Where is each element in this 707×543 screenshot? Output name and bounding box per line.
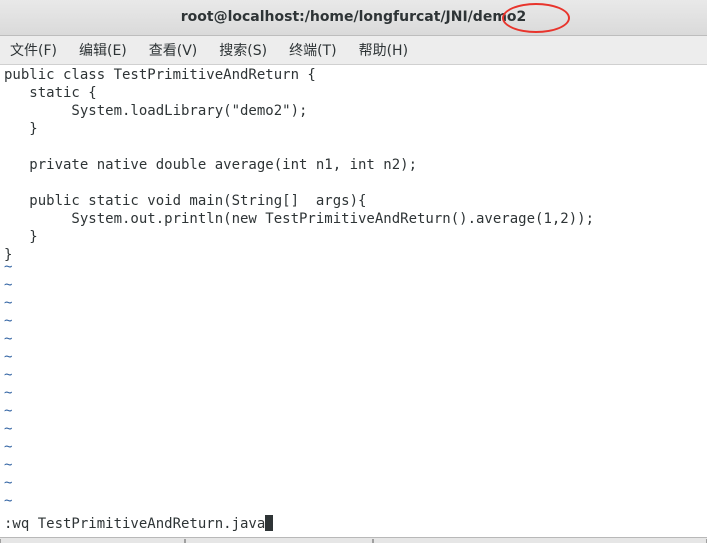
menu-bar: 文件(F) 编辑(E) 查看(V) 搜索(S) 终端(T) 帮助(H) — [0, 36, 707, 65]
empty-line-tilde: ~ — [4, 385, 13, 401]
text-cursor — [265, 515, 274, 531]
bottom-frame — [0, 537, 707, 543]
menu-help[interactable]: 帮助(H) — [353, 37, 414, 63]
empty-line-tilde: ~ — [4, 259, 13, 275]
command-text: :wq TestPrimitiveAndReturn.java — [4, 516, 266, 532]
code-line: public class TestPrimitiveAndReturn { — [4, 67, 316, 83]
empty-line-tilde: ~ — [4, 475, 13, 491]
empty-line-tilde: ~ — [4, 277, 13, 293]
menu-file[interactable]: 文件(F) — [4, 37, 63, 63]
vim-command-line[interactable]: :wq TestPrimitiveAndReturn.java — [4, 515, 274, 533]
menu-terminal[interactable]: 终端(T) — [283, 37, 342, 63]
code-line: System.loadLibrary("demo2"); — [4, 103, 308, 119]
menu-edit[interactable]: 编辑(E) — [73, 37, 133, 63]
empty-line-tilde: ~ — [4, 331, 13, 347]
code-line: System.out.println(new TestPrimitiveAndR… — [4, 211, 595, 227]
frame-segment — [373, 539, 707, 543]
empty-line-tilde: ~ — [4, 421, 13, 437]
code-line: private native double average(int n1, in… — [4, 157, 418, 173]
terminal-editor-area[interactable]: public class TestPrimitiveAndReturn { st… — [0, 65, 707, 534]
empty-line-tilde: ~ — [4, 295, 13, 311]
empty-line-tilde: ~ — [4, 493, 13, 509]
terminal-window: root@localhost:/home/longfurcat/JNI/demo… — [0, 0, 707, 543]
menu-search[interactable]: 搜索(S) — [213, 37, 273, 63]
empty-line-tilde: ~ — [4, 349, 13, 365]
frame-segment — [0, 539, 185, 543]
empty-line-tilde: ~ — [4, 313, 13, 329]
code-line: public static void main(String[] args){ — [4, 193, 367, 209]
empty-line-tilde: ~ — [4, 439, 13, 455]
code-line: } — [4, 229, 38, 245]
empty-line-tilde: ~ — [4, 457, 13, 473]
frame-segment — [185, 539, 373, 543]
code-line: static { — [4, 85, 97, 101]
menu-view[interactable]: 查看(V) — [143, 37, 204, 63]
empty-line-tilde: ~ — [4, 367, 13, 383]
title-bar[interactable]: root@localhost:/home/longfurcat/JNI/demo… — [0, 0, 707, 36]
code-line: } — [4, 121, 38, 137]
empty-line-tilde: ~ — [4, 403, 13, 419]
window-title: root@localhost:/home/longfurcat/JNI/demo… — [180, 9, 527, 25]
